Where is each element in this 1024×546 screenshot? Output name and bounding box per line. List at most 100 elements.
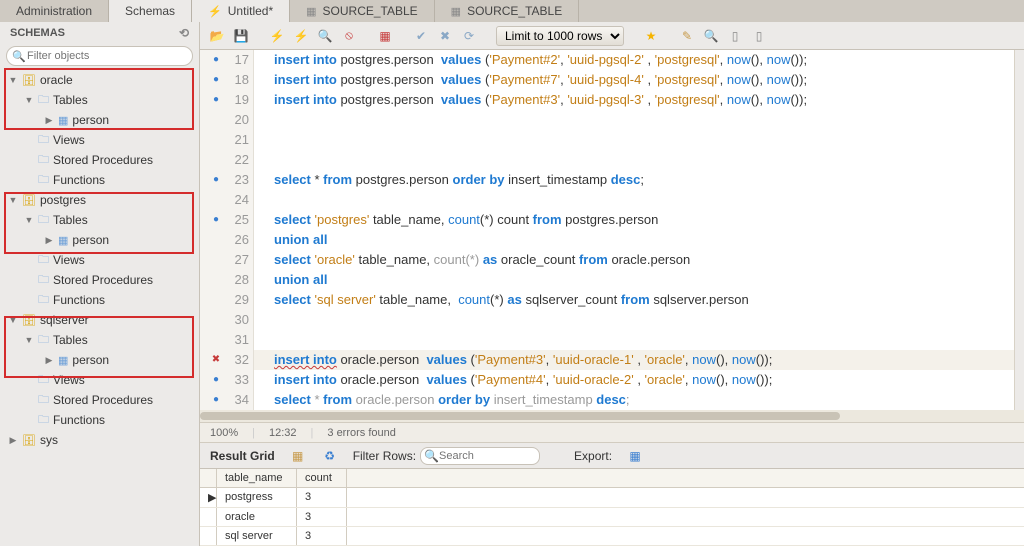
table-row[interactable]: oracle3 [200,508,1024,527]
code-line[interactable]: select * from postgres.person order by i… [254,170,644,190]
tree-folder[interactable]: 🗀Functions [4,290,199,310]
code-line[interactable]: select 'oracle' table_name, count(*) as … [254,250,690,270]
disclosure-arrow-icon[interactable]: ▼ [8,75,18,85]
row-selector[interactable]: ▶ [200,488,217,507]
table-row[interactable]: sql server3 [200,527,1024,546]
disclosure-arrow-icon[interactable]: ▼ [24,95,34,105]
breakpoint-icon[interactable]: ● [209,70,223,90]
breakpoint-icon[interactable]: ● [209,90,223,110]
top-tabs: Administration Schemas ⚡Untitled*▦SOURCE… [0,0,1024,22]
breakpoint-icon[interactable]: ● [209,170,223,190]
tree-folder[interactable]: ▼🗀Tables [4,90,199,110]
breakpoint-icon[interactable]: ● [209,390,223,410]
code-line[interactable] [254,330,274,350]
tree-folder[interactable]: 🗀Stored Procedures [4,150,199,170]
code-line[interactable]: insert into postgres.person values ('Pay… [254,50,807,70]
code-line[interactable] [254,190,274,210]
breakpoint-icon[interactable]: ● [209,370,223,390]
export-icon[interactable]: ▦ [626,447,644,465]
result-grid-icon[interactable]: ▦ [289,447,307,465]
tree-folder[interactable]: 🗀Views [4,370,199,390]
code-line[interactable]: select * from oracle.person order by ins… [254,390,630,410]
disclosure-arrow-icon[interactable]: ▼ [24,335,34,345]
breakpoint-icon[interactable]: ✖ [209,350,223,370]
disclosure-arrow-icon[interactable]: ▼ [8,195,18,205]
toggle-panel1-icon[interactable]: ▯ [726,27,744,45]
beautify-icon[interactable]: ✎ [678,27,696,45]
sql-editor[interactable]: ●17insert into postgres.person values ('… [200,50,1014,410]
sidebar-collapse-icon[interactable]: ⟲ [179,26,189,40]
line-number: 30 [223,310,249,330]
breakpoint-icon[interactable]: ● [209,210,223,230]
toggle-panel2-icon[interactable]: ▯ [750,27,768,45]
result-refresh-icon[interactable]: ♻ [321,447,339,465]
explain-icon[interactable]: 🔍 [316,27,334,45]
code-line[interactable] [254,310,274,330]
code-line[interactable]: insert into oracle.person values ('Payme… [254,370,772,390]
tree-table[interactable]: ▶▦person [4,230,199,250]
autocommit-on-icon[interactable]: ✔ [412,27,430,45]
open-file-icon[interactable]: 📂 [208,27,226,45]
file-tab[interactable]: ▦SOURCE_TABLE [435,0,580,22]
code-line[interactable]: insert into postgres.person values ('Pay… [254,90,807,110]
execute-step-icon[interactable]: ⚡ [292,27,310,45]
code-line[interactable]: insert into oracle.person values ('Payme… [254,350,772,370]
save-icon[interactable]: 💾 [232,27,250,45]
disclosure-arrow-icon[interactable]: ▶ [44,115,54,126]
stop-icon[interactable]: ⦸ [340,27,358,45]
tree-table[interactable]: ▶▦person [4,350,199,370]
tree-schema[interactable]: ▼🗄sqlserver [4,310,199,330]
code-line[interactable]: union all [254,270,327,290]
code-line[interactable]: select 'postgres' table_name, count(*) c… [254,210,658,230]
file-tab[interactable]: ▦SOURCE_TABLE [290,0,435,22]
editor-scrollbar[interactable] [1014,50,1024,410]
disclosure-arrow-icon[interactable]: ▶ [44,355,54,366]
row-limit-select[interactable]: Limit to 1000 rows [496,26,624,46]
schema-filter-input[interactable] [6,46,193,66]
disclosure-arrow-icon[interactable]: ▶ [44,235,54,246]
table-icon: ▦ [58,354,68,367]
tree-folder[interactable]: 🗀Functions [4,170,199,190]
line-number: 18 [223,70,249,90]
table-icon: ▦ [58,234,68,247]
tree-folder[interactable]: 🗀Stored Procedures [4,270,199,290]
code-line[interactable]: select 'sql server' table_name, count(*)… [254,290,749,310]
col-header-count[interactable]: count [297,469,347,487]
code-line[interactable]: union all [254,230,327,250]
find-icon[interactable]: 🔍 [702,27,720,45]
col-header-table-name[interactable]: table_name [217,469,297,487]
disclosure-arrow-icon[interactable]: ▶ [8,435,18,446]
code-line[interactable] [254,110,274,130]
tree-schema[interactable]: ▼🗄postgres [4,190,199,210]
commit-icon[interactable]: ▦ [376,27,394,45]
favorite-icon[interactable]: ★ [642,27,660,45]
result-grid-label: Result Grid [210,449,275,463]
editor-pane: 📂 💾 ⚡ ⚡ 🔍 ⦸ ▦ ✔ ✖ ⟳ Limit to 1000 rows ★… [200,22,1024,546]
disclosure-arrow-icon[interactable]: ▼ [24,215,34,225]
tree-table[interactable]: ▶▦person [4,110,199,130]
refresh-icon[interactable]: ⟳ [460,27,478,45]
row-selector[interactable] [200,527,217,545]
tree-label: Stored Procedures [53,273,153,287]
code-line[interactable] [254,130,274,150]
breakpoint-icon[interactable]: ● [209,50,223,70]
tree-folder[interactable]: 🗀Functions [4,410,199,430]
tree-folder[interactable]: 🗀Stored Procedures [4,390,199,410]
tree-folder[interactable]: 🗀Views [4,250,199,270]
editor-hscroll[interactable] [200,410,1024,422]
autocommit-off-icon[interactable]: ✖ [436,27,454,45]
tree-schema[interactable]: ▶🗄sys [4,430,199,450]
code-line[interactable]: insert into postgres.person values ('Pay… [254,70,807,90]
table-row[interactable]: ▶postgress3 [200,488,1024,508]
tree-folder[interactable]: ▼🗀Tables [4,210,199,230]
tree-folder[interactable]: ▼🗀Tables [4,330,199,350]
execute-icon[interactable]: ⚡ [268,27,286,45]
tree-folder[interactable]: 🗀Views [4,130,199,150]
tab-schemas[interactable]: Schemas [109,0,192,22]
tree-schema[interactable]: ▼🗄oracle [4,70,199,90]
code-line[interactable] [254,150,274,170]
row-selector[interactable] [200,508,217,526]
tab-administration[interactable]: Administration [0,0,109,22]
file-tab[interactable]: ⚡Untitled* [192,0,290,22]
disclosure-arrow-icon[interactable]: ▼ [8,315,18,325]
